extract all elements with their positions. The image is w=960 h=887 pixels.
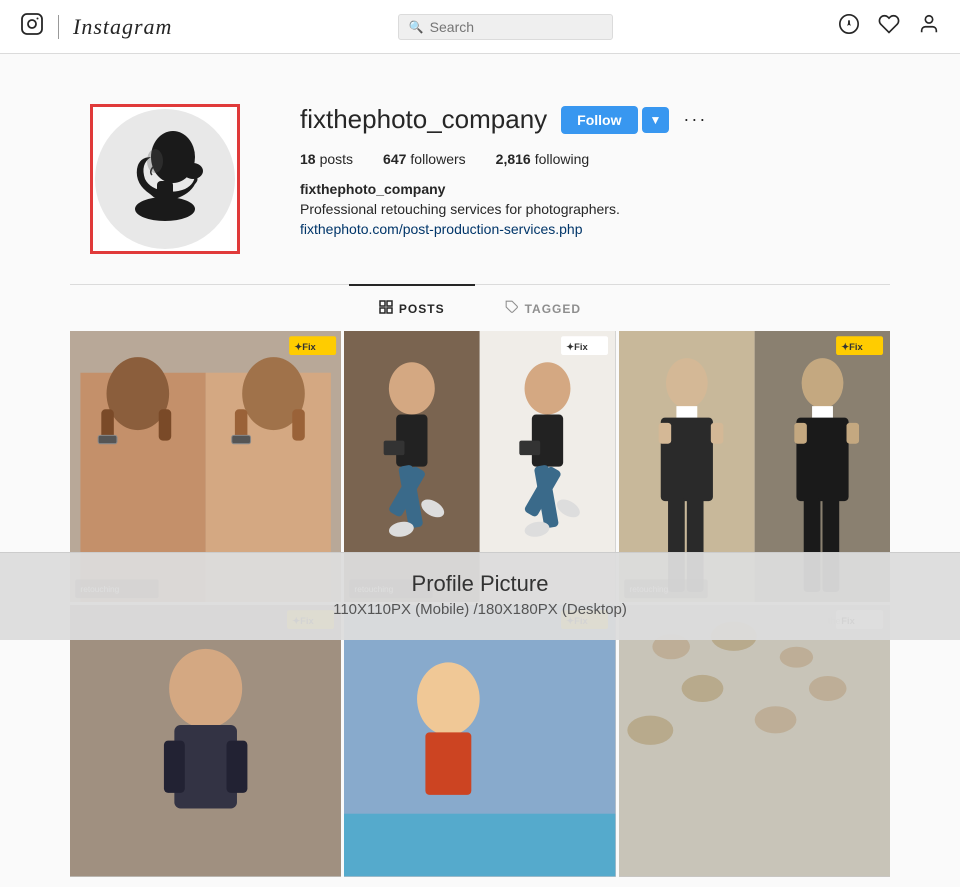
bottom-overlay-title: Profile Picture [0,571,960,597]
posts-stat: 18 posts [300,151,353,167]
photo-cell-6[interactable]: Fix the [619,605,890,876]
nav-search-area: 🔍 [398,14,613,40]
profile-picture-box [90,104,240,254]
posts-tab-icon [379,300,393,317]
followers-stat: 647 followers [383,151,466,167]
compass-icon[interactable] [838,13,860,41]
instagram-logo-icon [20,12,44,42]
svg-text:✦Fix: ✦Fix [294,341,316,352]
nav-divider [58,15,59,39]
tab-tagged-label: TAGGED [525,302,581,316]
tagged-tab-icon [505,300,519,317]
tab-tagged[interactable]: TAGGED [475,284,611,331]
profile-icon[interactable] [918,13,940,41]
follow-dropdown-button[interactable]: ▼ [642,107,670,133]
svg-text:✦Fix: ✦Fix [841,341,863,352]
nav-brand: Instagram [73,14,172,40]
profile-bio: Professional retouching services for pho… [300,201,870,217]
heart-icon[interactable] [878,13,900,41]
profile-link[interactable]: fixthephoto.com/post-production-services… [300,221,582,237]
bottom-overlay: Profile Picture 110X110PX (Mobile) /180X… [0,552,960,640]
navbar: Instagram 🔍 [0,0,960,54]
photo-cell-4[interactable]: ✦Fix [70,605,341,876]
profile-name-row: fixthephoto_company Follow ▼ ··· [300,104,870,135]
nav-left: Instagram [20,12,172,42]
photo-cell-5[interactable]: ✦Fix [344,605,615,876]
main-content: fixthephoto_company Follow ▼ ··· 18 post… [0,54,960,887]
following-count: 2,816 [496,151,531,167]
search-bar[interactable]: 🔍 [398,14,613,40]
search-input[interactable] [430,19,602,35]
followers-count: 647 [383,151,406,167]
following-stat: 2,816 following [496,151,590,167]
follow-button[interactable]: Follow [561,106,637,134]
followers-label: followers [410,151,465,167]
posts-label: posts [320,151,353,167]
search-icon: 🔍 [409,20,424,34]
profile-stats: 18 posts 647 followers 2,816 following [300,151,870,167]
following-label: following [535,151,589,167]
tabs-section: POSTS TAGGED [70,284,890,331]
profile-username: fixthephoto_company [300,104,547,135]
profile-section: fixthephoto_company Follow ▼ ··· 18 post… [70,84,890,284]
posts-count: 18 [300,151,316,167]
tab-posts-label: POSTS [399,302,445,316]
profile-picture [95,109,235,249]
profile-info: fixthephoto_company Follow ▼ ··· 18 post… [300,104,870,237]
profile-picture-wrapper [90,104,240,254]
svg-text:✦Fix: ✦Fix [567,341,589,352]
more-options-button[interactable]: ··· [683,109,707,130]
nav-right [838,13,940,41]
tab-posts[interactable]: POSTS [349,284,475,331]
bottom-overlay-subtitle: 110X110PX (Mobile) /180X180PX (Desktop) [0,601,960,618]
profile-display-name: fixthephoto_company [300,181,870,197]
